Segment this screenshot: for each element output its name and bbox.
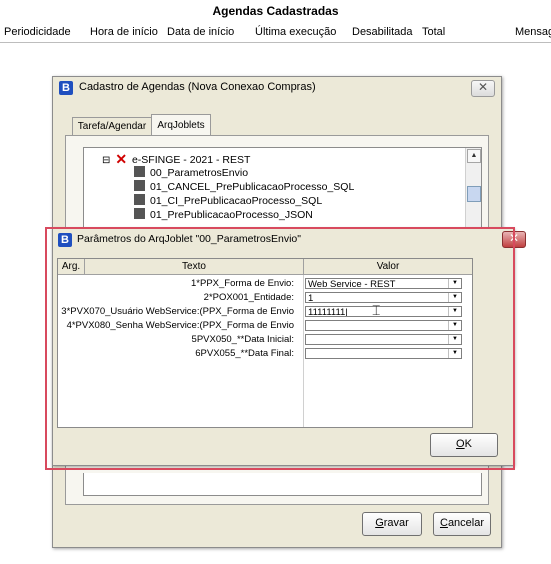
scroll-up-icon[interactable]: ▲ (467, 149, 481, 163)
col-mensagem[interactable]: Mensag (515, 26, 551, 38)
tree-item[interactable]: 01_CI_PrePublicacaoProcesso_SQL (134, 194, 322, 208)
param-value-input[interactable]: ▼ (305, 320, 462, 331)
cadastro-title: Cadastro de Agendas (Nova Conexao Compra… (79, 81, 316, 93)
param-label: 6PVX055_**Data Final: (195, 348, 294, 359)
tree-item[interactable]: 00_ParametrosEnvio (134, 166, 248, 180)
scroll-thumb[interactable] (467, 186, 481, 202)
tree-root-label: e-SFINGE - 2021 - REST (131, 154, 251, 166)
tree-item-label: 00_ParametrosEnvio (150, 167, 249, 179)
param-label: 1*PPX_Forma de Envio: (191, 278, 294, 289)
tree-scrollbar[interactable]: ▲ (465, 148, 481, 234)
col-arg[interactable]: Arg. (58, 259, 85, 275)
close-icon[interactable]: ✕ (471, 80, 495, 97)
script-file-icon (134, 166, 145, 177)
col-valor[interactable]: Valor (304, 259, 472, 275)
tree-item[interactable]: 01_CANCEL_PrePublicacaoProcesso_SQL (134, 180, 354, 194)
param-row: 3*PVX070_Usuário WebService:(PPX_Forma d… (58, 306, 472, 318)
mouse-cursor-icon: ⌶ (372, 302, 381, 318)
script-file-icon (134, 208, 145, 219)
col-desabilitada[interactable]: Desabilitada (352, 26, 413, 38)
gravar-button[interactable]: Gravar (362, 512, 422, 536)
parametros-title: Parâmetros do ArqJoblet "00_ParametrosEn… (77, 233, 301, 245)
param-row: 6PVX055_**Data Final: ▼ (58, 348, 472, 360)
param-row: 1*PPX_Forma de Envio: Web Service - REST… (58, 278, 472, 290)
col-data-inicio[interactable]: Data de início (167, 26, 234, 38)
param-row: 4*PVX080_Senha WebService:(PPX_Forma de … (58, 320, 472, 332)
param-value-input[interactable]: ▼ (305, 348, 462, 359)
tree-item-label: 01_CANCEL_PrePublicacaoProcesso_SQL (150, 181, 355, 193)
param-row: 5PVX050_**Data Inicial: ▼ (58, 334, 472, 346)
parametros-grid: Arg. Texto Valor 1*PPX_Forma de Envio: W… (57, 258, 473, 428)
dropdown-arrow-icon[interactable]: ▼ (448, 335, 461, 344)
app-icon: B (58, 233, 72, 247)
param-value-select[interactable]: Web Service - REST ▼ (305, 278, 462, 289)
tree-item-label: 01_CI_PrePublicacaoProcesso_SQL (150, 195, 323, 207)
param-value-input[interactable]: ▼ (305, 334, 462, 345)
tree-root[interactable]: ⊟ ✕ e-SFINGE - 2021 - REST (102, 152, 250, 166)
tree-item[interactable]: 01_PrePublicacaoProcesso_JSON (134, 208, 313, 222)
col-total[interactable]: Total (422, 26, 445, 38)
ok-button[interactable]: OK (430, 433, 498, 457)
param-label: 4*PVX080_Senha WebService:(PPX_Forma de … (66, 320, 294, 331)
dropdown-arrow-icon[interactable]: ▼ (448, 293, 461, 302)
param-value-input[interactable]: 11111111| ▼ (305, 306, 462, 317)
col-ultima-execucao[interactable]: Última execução (255, 26, 336, 38)
agendas-title: Agendas Cadastradas (212, 4, 339, 18)
dropdown-arrow-icon[interactable]: ▼ (448, 321, 461, 330)
param-label: 2*POX001_Entidade: (203, 292, 294, 303)
dropdown-arrow-icon[interactable]: ▼ (448, 307, 461, 316)
tree-lower-area (83, 473, 482, 496)
cadastro-titlebar: B Cadastro de Agendas (Nova Conexao Comp… (53, 77, 501, 99)
col-hora-inicio[interactable]: Hora de início (90, 26, 158, 38)
script-file-icon (134, 194, 145, 205)
cancelar-button[interactable]: Cancelar (433, 512, 491, 536)
param-value-select[interactable]: 1 ▼ (305, 292, 462, 303)
col-texto[interactable]: Texto (85, 259, 304, 275)
close-icon[interactable]: ✕ (502, 231, 526, 248)
app-icon: B (59, 81, 73, 95)
dropdown-arrow-icon[interactable]: ▼ (448, 349, 461, 358)
script-file-icon (134, 180, 145, 191)
agendas-column-header: Periodicidade Hora de início Data de iní… (0, 22, 551, 43)
tab-tarefa-agendar[interactable]: Tarefa/Agendar (72, 117, 152, 136)
param-label: 3*PVX070_Usuário WebService:(PPX_Forma d… (61, 306, 294, 317)
param-label: 5PVX050_**Data Inicial: (191, 334, 294, 345)
tab-arqjoblets[interactable]: ArqJoblets (151, 114, 211, 136)
collapse-icon[interactable]: ⊟ (102, 155, 110, 166)
param-row: 2*POX001_Entidade: 1 ▼ (58, 292, 472, 304)
col-periodicidade[interactable]: Periodicidade (4, 26, 71, 38)
error-x-icon: ✕ (115, 151, 128, 167)
dropdown-arrow-icon[interactable]: ▼ (448, 279, 461, 288)
tree-item-label: 01_PrePublicacaoProcesso_JSON (150, 209, 313, 221)
parametros-titlebar: B Parâmetros do ArqJoblet "00_Parametros… (53, 229, 526, 249)
joblet-tree: ⊟ ✕ e-SFINGE - 2021 - REST 00_Parametros… (83, 147, 482, 235)
